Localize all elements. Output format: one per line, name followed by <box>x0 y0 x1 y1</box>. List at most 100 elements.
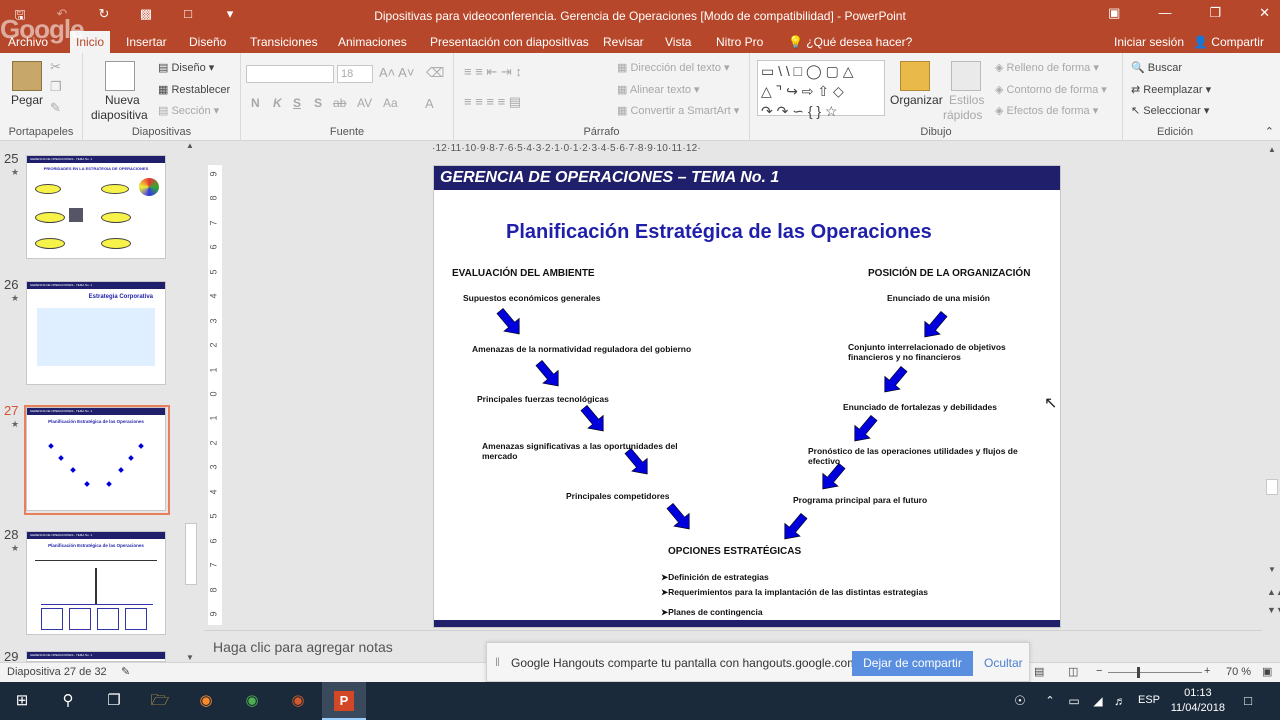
firefox-icon[interactable]: ◉ <box>196 691 216 711</box>
smartart-button[interactable]: ▦ Convertir a SmartArt ▾ <box>617 104 739 117</box>
shape-fill-button[interactable]: ◈ Relleno de forma ▾ <box>995 61 1099 74</box>
text-direction-button[interactable]: ▦ Dirección del texto ▾ <box>617 61 730 74</box>
search-icon[interactable]: ⚲ <box>58 691 78 711</box>
font-size-input[interactable]: 18 <box>337 65 373 83</box>
bold-button[interactable]: N <box>251 96 260 110</box>
copy-icon[interactable]: ❐ <box>50 79 62 95</box>
bullets-icon[interactable]: ≡ ≡ ⇤ ⇥ ↕ <box>464 64 522 80</box>
fit-slide-icon[interactable]: ▣ <box>1262 665 1272 678</box>
thumbnail-scrollbar[interactable]: ▲ ▼ <box>184 141 198 662</box>
thumbnail-slide[interactable]: GERENCIA DE OPERACIONES - TEMA No. 1 Est… <box>26 281 166 385</box>
maximize-button[interactable]: ❐ <box>1209 5 1221 21</box>
quick-styles-label-1[interactable]: Estilos <box>949 93 984 107</box>
current-slide[interactable]: GERENCIA DE OPERACIONES – TEMA No. 1 Pla… <box>433 165 1061 628</box>
shape-effects-button[interactable]: ◈ Efectos de forma ▾ <box>995 104 1098 117</box>
tab-animaciones[interactable]: Animaciones <box>338 35 407 49</box>
main-scrollbar[interactable]: ▲ ▼ ▲▲ ▼▼ <box>1264 141 1280 662</box>
vertical-ruler-label: 7 <box>208 220 219 226</box>
tell-me-box[interactable]: 💡 ¿Qué desea hacer? <box>788 35 912 49</box>
shapes-gallery[interactable]: ▭ \ \ □ ◯ ▢ △ △ ⌝ ↪ ⇨ ⇧ ◇ ↷ ↷ ∽ { } ☆ <box>757 60 885 119</box>
spelling-icon[interactable]: ✎ <box>121 665 130 678</box>
people-icon[interactable]: ☉ <box>1010 691 1030 711</box>
prev-slide-icon[interactable]: ▲▲ <box>1267 587 1280 597</box>
thumbnail-slide[interactable]: GERENCIA DE OPERACIONES - TEMA No. 1 <box>26 651 166 662</box>
file-explorer-icon[interactable]: 🗁 <box>150 691 170 711</box>
align-icons[interactable]: ≡ ≡ ≡ ≡ ▤ <box>464 94 521 110</box>
minimize-button[interactable]: — <box>1158 5 1171 21</box>
italic-button[interactable]: K <box>273 96 282 110</box>
zoom-out-icon[interactable]: − <box>1096 665 1102 677</box>
clock[interactable]: 01:13 11/04/2018 <box>1171 686 1225 716</box>
cut-icon[interactable]: ✂ <box>50 59 61 75</box>
chrome-icon[interactable]: ◉ <box>242 691 262 711</box>
windows-taskbar: ⊞ ⚲ ❐ 🗁 ◉ ◉ ◉ P ☉ ⌃ ▭ ◢ ♬ ESP 01:13 11/0… <box>0 682 1280 720</box>
reset-button[interactable]: ▦ Restablecer <box>158 83 230 96</box>
drag-handle-icon[interactable]: ‖ <box>495 655 500 669</box>
signin-link[interactable]: Iniciar sesión <box>1114 35 1184 49</box>
next-slide-icon[interactable]: ▼▼ <box>1267 605 1280 615</box>
clear-format-icon[interactable]: ⌫ <box>426 65 444 81</box>
stop-sharing-button[interactable]: Dejar de compartir <box>852 651 973 676</box>
thumbnail-slide[interactable]: GERENCIA DE OPERACIONES - TEMA No. 1 PRI… <box>26 155 166 259</box>
slide-title[interactable]: Planificación Estratégica de las Operaci… <box>506 221 932 244</box>
tray-expand-icon[interactable]: ⌃ <box>1040 691 1060 711</box>
collapse-ribbon-icon[interactable]: ⌃ <box>1265 125 1274 138</box>
task-view-icon[interactable]: ❐ <box>104 691 124 711</box>
close-button[interactable]: ✕ <box>1259 5 1270 21</box>
underline-button[interactable]: S <box>293 96 301 110</box>
tab-revisar[interactable]: Revisar <box>603 35 644 49</box>
layout-button[interactable]: ▤ Diseño ▾ <box>158 61 214 74</box>
new-slide-label-1[interactable]: Nueva <box>105 93 140 107</box>
tab-diseno[interactable]: Diseño <box>189 35 226 49</box>
hide-button[interactable]: Ocultar <box>984 656 1023 670</box>
find-button[interactable]: 🔍 Buscar <box>1131 61 1182 74</box>
slide-thumbnail-pane[interactable]: 25 ★ GERENCIA DE OPERACIONES - TEMA No. … <box>0 141 202 664</box>
spacing-button[interactable]: AV <box>357 96 372 110</box>
arrange-button[interactable]: Organizar <box>890 93 943 107</box>
zoom-in-icon[interactable]: + <box>1204 665 1210 677</box>
slideshow-view-icon[interactable]: ◫ <box>1068 665 1078 678</box>
volume-icon[interactable]: ♬ <box>1110 691 1130 711</box>
shape-outline-button[interactable]: ◈ Contorno de forma ▾ <box>995 83 1107 96</box>
notes-placeholder[interactable]: Haga clic para agregar notas <box>213 639 393 655</box>
app-icon[interactable]: ◉ <box>288 691 308 711</box>
language-indicator[interactable]: ESP <box>1138 694 1160 706</box>
format-painter-icon[interactable]: ✎ <box>50 100 61 116</box>
zoom-level[interactable]: 70 % <box>1226 666 1251 678</box>
left-item-1: Supuestos económicos generales <box>463 293 601 303</box>
powerpoint-taskbar-button[interactable]: P <box>322 682 366 720</box>
paste-button[interactable]: Pegar <box>11 93 43 107</box>
strikethrough-button[interactable]: ab <box>333 96 346 110</box>
animation-star-icon: ★ <box>11 543 20 553</box>
thumbnail-slide[interactable]: GERENCIA DE OPERACIONES - TEMA No. 1 Pla… <box>24 405 170 515</box>
new-slide-label-2[interactable]: diapositiva <box>91 108 148 122</box>
share-button[interactable]: 👤 Compartir <box>1193 35 1264 49</box>
shadow-button[interactable]: S <box>314 96 322 110</box>
thumbnail-scroll-thumb[interactable] <box>185 523 197 585</box>
windows-start-icon[interactable]: ⊞ <box>12 691 32 711</box>
zoom-slider[interactable] <box>1108 672 1202 673</box>
zoom-slider-thumb[interactable] <box>1137 667 1140 678</box>
battery-icon[interactable]: ▭ <box>1064 691 1084 711</box>
quick-styles-label-2[interactable]: rápidos <box>943 108 982 122</box>
grow-font-icon[interactable]: A˄ A˅ <box>379 65 414 80</box>
notifications-icon[interactable]: □ <box>1238 691 1258 711</box>
tab-nitro-pro[interactable]: Nitro Pro <box>716 35 763 49</box>
change-case-button[interactable]: Aa <box>383 96 398 110</box>
tab-insertar[interactable]: Insertar <box>126 35 167 49</box>
main-scroll-thumb[interactable] <box>1266 479 1278 495</box>
wifi-icon[interactable]: ◢ <box>1088 691 1108 711</box>
reading-view-icon[interactable]: ▤ <box>1034 665 1044 678</box>
select-button[interactable]: ↖ Seleccionar ▾ <box>1131 104 1209 117</box>
tab-presentacion[interactable]: Presentación con diapositivas <box>430 35 589 49</box>
align-text-button[interactable]: ▦ Alinear texto ▾ <box>617 83 700 96</box>
shape-effects-label: Efectos de forma <box>1006 105 1090 117</box>
tab-vista[interactable]: Vista <box>665 35 691 49</box>
section-button[interactable]: ▤ Sección ▾ <box>158 104 219 117</box>
tab-transiciones[interactable]: Transiciones <box>250 35 318 49</box>
ribbon-display-icon[interactable]: ▣ <box>1108 5 1120 21</box>
replace-button[interactable]: ⇄ Reemplazar ▾ <box>1131 83 1211 96</box>
thumbnail-slide[interactable]: GERENCIA DE OPERACIONES - TEMA No. 1 Pla… <box>26 531 166 635</box>
font-name-input[interactable] <box>246 65 334 83</box>
font-color-button[interactable]: A <box>425 96 434 111</box>
